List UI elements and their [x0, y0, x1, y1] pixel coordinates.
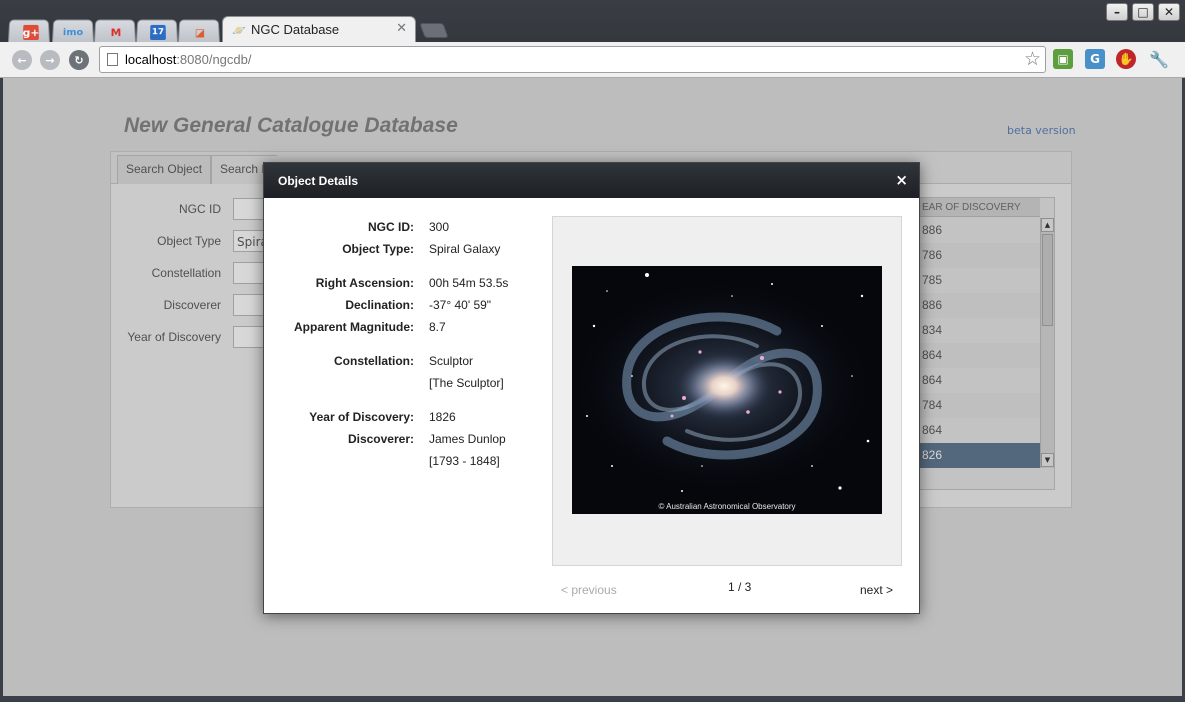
ngc-id-detail-value: 300 — [429, 220, 450, 234]
next-link[interactable]: next > — [860, 583, 893, 597]
object-details-dialog: Object Details × NGC ID: 300 Object Type… — [263, 162, 920, 614]
gmail-icon: M — [110, 26, 122, 39]
dialog-header: Object Details × — [264, 163, 919, 198]
declination-value: -37° 40' 59" — [429, 298, 492, 312]
galaxy-image: © Australian Astronomical Observatory — [572, 266, 882, 514]
previous-link[interactable]: < previous — [561, 583, 617, 597]
magnitude-label: Apparent Magnitude: — [294, 320, 414, 334]
right-ascension-label: Right Ascension: — [315, 276, 414, 290]
right-ascension-value: 00h 54m 53.5s — [429, 276, 509, 290]
reload-button[interactable]: ↻ — [69, 50, 89, 70]
new-tab-button[interactable] — [419, 23, 449, 38]
address-bar[interactable]: localhost:8080/ngcdb/ ☆ — [99, 46, 1046, 73]
image-credit: © Australian Astronomical Observatory — [658, 502, 796, 511]
google-plus-icon: g+ — [22, 24, 40, 41]
galaxy-illustration — [572, 273, 872, 492]
bookmark-star-icon[interactable]: ☆ — [1024, 48, 1041, 70]
reader-icon: ◪ — [194, 26, 206, 39]
discoverer-detail-label: Discoverer: — [347, 432, 414, 446]
planet-icon: 🪐 — [232, 23, 246, 37]
dialog-close-icon[interactable]: × — [895, 171, 908, 189]
url-text[interactable]: localhost:8080/ngcdb/ — [125, 52, 252, 67]
extension-evernote-icon[interactable]: ▣ — [1053, 49, 1073, 69]
declination-label: Declination: — [345, 298, 414, 312]
tab-google-plus[interactable]: g+ — [8, 19, 50, 42]
back-button[interactable]: ← — [12, 50, 32, 70]
browser-chrome: g+ imo M 17 ◪ 🪐 NGC Database ✕ – □ ✕ ← →… — [0, 0, 1185, 78]
object-type-detail-value: Spiral Galaxy — [429, 242, 501, 256]
extension-g-icon[interactable]: G — [1085, 49, 1105, 69]
window-close-button[interactable]: ✕ — [1158, 3, 1180, 21]
forward-button[interactable]: → — [40, 50, 60, 70]
wrench-icon[interactable]: 🔧 — [1149, 49, 1169, 69]
discoverer-lifespan: [1793 - 1848] — [429, 454, 500, 468]
tab-gmail[interactable]: M — [94, 19, 136, 42]
dialog-title: Object Details — [278, 174, 359, 188]
tab-active[interactable]: 🪐 NGC Database ✕ — [222, 16, 416, 42]
page-icon — [107, 53, 118, 66]
calendar-icon: 17 — [150, 24, 166, 41]
ngc-id-detail-label: NGC ID: — [368, 220, 414, 234]
year-detail-value: 1826 — [429, 410, 456, 424]
object-type-detail-label: Object Type: — [342, 242, 414, 256]
browser-toolbar: ← → ↻ localhost:8080/ngcdb/ ☆ ▣ G ✋ 🔧 — [0, 42, 1185, 78]
discoverer-detail-value: James Dunlop — [429, 432, 506, 446]
tab-calendar[interactable]: 17 — [136, 19, 178, 42]
constellation-detail-subvalue: [The Sculptor] — [429, 376, 504, 390]
maximize-button[interactable]: □ — [1132, 3, 1154, 21]
pager-count: 1 / 3 — [728, 580, 752, 594]
image-frame: © Australian Astronomical Observatory — [552, 216, 902, 566]
constellation-detail-label: Constellation: — [334, 354, 414, 368]
tab-imo[interactable]: imo — [52, 19, 94, 42]
minimize-button[interactable]: – — [1106, 3, 1128, 21]
imo-icon: imo — [62, 27, 84, 38]
tab-close-icon[interactable]: ✕ — [396, 21, 407, 36]
constellation-detail-value: Sculptor — [429, 354, 474, 368]
extension-adblock-icon[interactable]: ✋ — [1116, 49, 1136, 69]
magnitude-value: 8.7 — [429, 320, 446, 334]
year-detail-label: Year of Discovery: — [309, 410, 414, 424]
tab-reader[interactable]: ◪ — [178, 19, 220, 42]
tab-title: NGC Database — [251, 22, 340, 37]
